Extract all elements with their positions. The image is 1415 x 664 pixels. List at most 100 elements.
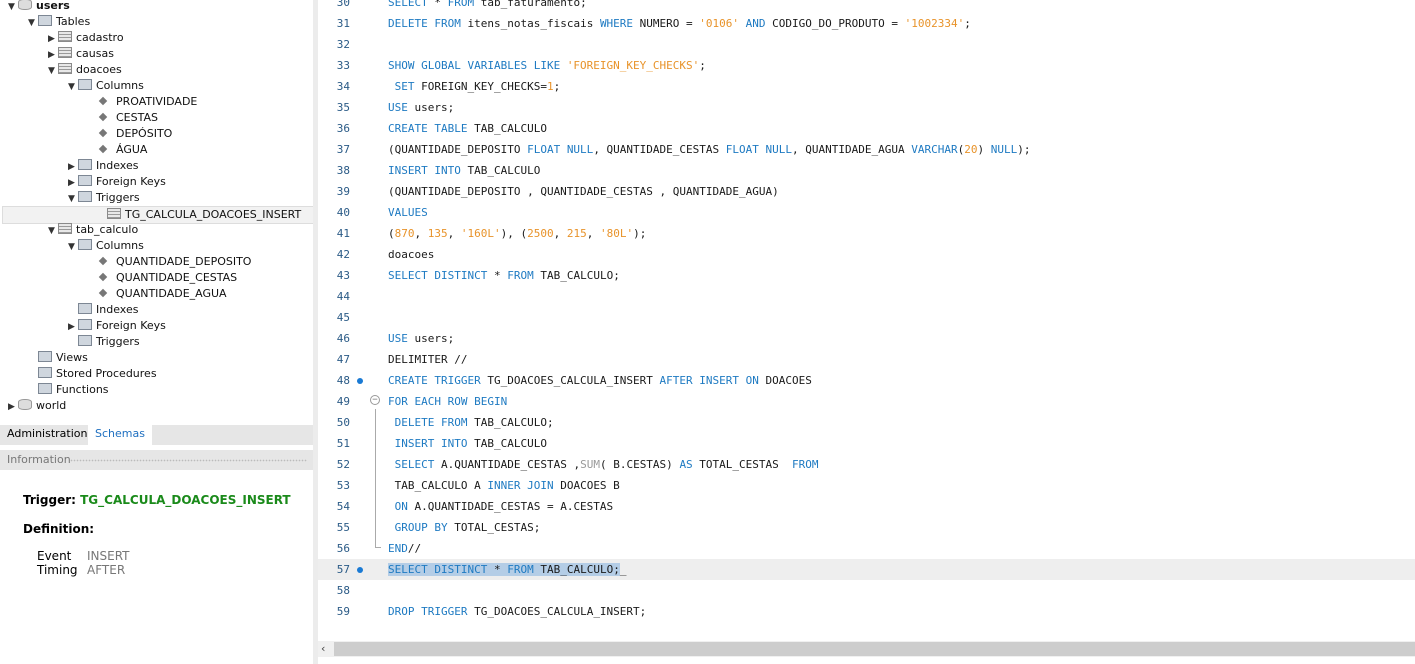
tree-item[interactable]: Stored Procedures xyxy=(28,366,157,382)
tree-item[interactable]: ▶ Foreign Keys xyxy=(68,318,166,334)
tree-item[interactable]: PROATIVIDADE xyxy=(88,94,197,110)
tree-item[interactable]: CESTAS xyxy=(88,110,158,126)
collapsed-arrow-icon[interactable]: ▶ xyxy=(8,399,18,415)
tree-item[interactable]: ▶ causas xyxy=(48,46,114,62)
tree-item[interactable]: ▼ Tables xyxy=(28,14,90,30)
tree-item[interactable]: ▼ tab_calculo xyxy=(48,222,138,238)
tree-item[interactable]: QUANTIDADE_DEPOSITO xyxy=(88,254,251,270)
code-line[interactable]: 56 END// xyxy=(318,538,1415,559)
trigger-info: Trigger: TG_CALCULA_DOACOES_INSERT xyxy=(23,493,291,507)
code-line[interactable]: 58 xyxy=(318,580,1415,601)
code-text: FOR EACH ROW BEGIN xyxy=(388,391,507,412)
folder-icon xyxy=(78,175,92,186)
code-line[interactable]: 34 SET FOREIGN_KEY_CHECKS=1; xyxy=(318,76,1415,97)
code-line[interactable]: 43 SELECT DISTINCT * FROM TAB_CALCULO; xyxy=(318,265,1415,286)
expanded-arrow-icon[interactable]: ▼ xyxy=(68,239,78,255)
code-line[interactable]: 53 TAB_CALCULO A INNER JOIN DOACOES B xyxy=(318,475,1415,496)
tree-item[interactable]: Indexes xyxy=(68,302,138,318)
folder-icon xyxy=(78,239,92,250)
line-number: 38 xyxy=(336,164,350,177)
tree-item[interactable]: ÁGUA xyxy=(88,142,147,158)
tree-item[interactable]: ▼ Columns xyxy=(68,78,144,94)
code-line[interactable]: 52 SELECT A.QUANTIDADE_CESTAS ,SUM( B.CE… xyxy=(318,454,1415,475)
expanded-arrow-icon[interactable]: ▼ xyxy=(8,0,18,15)
collapsed-arrow-icon[interactable]: ▶ xyxy=(68,159,78,175)
code-line[interactable]: 48 CREATE TRIGGER TG_DOACOES_CALCULA_INSE… xyxy=(318,370,1415,391)
collapsed-arrow-icon[interactable]: ▶ xyxy=(68,319,78,335)
token-keyword: AFTER INSERT ON xyxy=(659,374,759,387)
database-icon xyxy=(18,0,32,10)
code-line[interactable]: 47 DELIMITER // xyxy=(318,349,1415,370)
tree-item[interactable]: QUANTIDADE_CESTAS xyxy=(88,270,237,286)
code-line[interactable]: 33 SHOW GLOBAL VARIABLES LIKE 'FOREIGN_KE… xyxy=(318,55,1415,76)
tree-item[interactable]: Views xyxy=(28,350,88,366)
tree-item[interactable]: ▼ doacoes xyxy=(48,62,122,78)
tree-item[interactable]: ▼ Columns xyxy=(68,238,144,254)
code-line[interactable]: 51 INSERT INTO TAB_CALCULO xyxy=(318,433,1415,454)
horizontal-scrollbar[interactable]: ‹ xyxy=(318,641,1415,657)
code-line[interactable]: 30 SELECT * FROM tab_faturamento; xyxy=(318,0,1415,13)
expanded-arrow-icon[interactable]: ▼ xyxy=(48,63,58,79)
tree-item[interactable]: Functions xyxy=(28,382,109,398)
tree-item[interactable]: ▼ users xyxy=(8,0,70,14)
scroll-left-icon[interactable]: ‹ xyxy=(321,641,325,657)
code-line[interactable]: 32 xyxy=(318,34,1415,55)
code-line[interactable]: 35 USE users; xyxy=(318,97,1415,118)
code-line[interactable]: 31 DELETE FROM itens_notas_fiscais WHERE … xyxy=(318,13,1415,34)
code-line[interactable]: 39 (QUANTIDADE_DEPOSITO , QUANTIDADE_CEST… xyxy=(318,181,1415,202)
code-line[interactable]: 42 doacoes xyxy=(318,244,1415,265)
code-line[interactable]: 57 SELECT DISTINCT * FROM TAB_CALCULO;_ xyxy=(318,559,1415,580)
code-line[interactable]: 40 VALUES xyxy=(318,202,1415,223)
navigator-tabs: Administration Schemas xyxy=(0,425,313,445)
tree-item[interactable]: QUANTIDADE_AGUA xyxy=(88,286,227,302)
code-line[interactable]: 54 ON A.QUANTIDADE_CESTAS = A.CESTAS xyxy=(318,496,1415,517)
collapsed-arrow-icon[interactable]: ▶ xyxy=(48,31,58,47)
tree-item-label: Triggers xyxy=(96,191,140,204)
expanded-arrow-icon[interactable]: ▼ xyxy=(68,191,78,207)
code-line[interactable]: 37 (QUANTIDADE_DEPOSITO FLOAT NULL, QUANT… xyxy=(318,139,1415,160)
code-line[interactable]: 55 GROUP BY TOTAL_CESTAS; xyxy=(318,517,1415,538)
token-number: 215 xyxy=(566,227,587,240)
token-keyword: SELECT xyxy=(394,458,435,471)
expanded-arrow-icon[interactable]: ▼ xyxy=(28,15,38,31)
collapsed-arrow-icon[interactable]: ▶ xyxy=(68,175,78,191)
code-line[interactable]: 44 xyxy=(318,286,1415,307)
token-text: TAB_CALCULO A xyxy=(388,479,488,492)
token-keyword: USE xyxy=(388,101,408,114)
tree-item-label: QUANTIDADE_DEPOSITO xyxy=(116,255,252,268)
column-icon xyxy=(98,272,108,282)
tree-item[interactable]: ▶ Foreign Keys xyxy=(68,174,166,190)
code-line[interactable]: 45 xyxy=(318,307,1415,328)
tree-item[interactable]: ▶ Indexes xyxy=(68,158,138,174)
tree-item[interactable]: ▼ Triggers xyxy=(68,190,140,206)
trigger-icon xyxy=(107,208,121,219)
code-line[interactable]: 41 (870, 135, '160L'), (2500, 215, '80L')… xyxy=(318,223,1415,244)
code-line[interactable]: 36 CREATE TABLE TAB_CALCULO xyxy=(318,118,1415,139)
fold-collapse-icon[interactable]: − xyxy=(370,395,380,405)
tree-item[interactable]: ▶ cadastro xyxy=(48,30,124,46)
tab-administration[interactable]: Administration xyxy=(0,425,95,445)
code-line[interactable]: 59 DROP TRIGGER TG_DOACOES_CALCULA_INSERT… xyxy=(318,601,1415,622)
code-text: SELECT * FROM tab_faturamento; xyxy=(388,0,587,13)
scrollbar-thumb[interactable] xyxy=(334,642,1415,656)
tree-item[interactable]: Triggers xyxy=(68,334,140,350)
tree-item[interactable]: ▶ world xyxy=(8,398,66,414)
token-keyword: FOR EACH ROW BEGIN xyxy=(388,395,508,408)
line-number: 50 xyxy=(336,416,350,429)
sql-editor[interactable]: 30 SELECT * FROM tab_faturamento; 31 DELETE… xyxy=(318,0,1415,641)
code-line[interactable]: 50 DELETE FROM TAB_CALCULO; xyxy=(318,412,1415,433)
token-number: 20 xyxy=(964,143,978,156)
tree-item[interactable]: DEPÓSITO xyxy=(88,126,172,142)
code-line[interactable]: 46 USE users; xyxy=(318,328,1415,349)
code-line[interactable]: 49 − FOR EACH ROW BEGIN xyxy=(318,391,1415,412)
expanded-arrow-icon[interactable]: ▼ xyxy=(68,79,78,95)
line-number: 53 xyxy=(336,479,350,492)
code-line[interactable]: 38 INSERT INTO TAB_CALCULO xyxy=(318,160,1415,181)
tab-schemas[interactable]: Schemas xyxy=(88,425,152,445)
line-number: 49 xyxy=(336,395,350,408)
collapsed-arrow-icon[interactable]: ▶ xyxy=(48,47,58,63)
token-text: , xyxy=(447,227,461,240)
expanded-arrow-icon[interactable]: ▼ xyxy=(48,223,58,239)
